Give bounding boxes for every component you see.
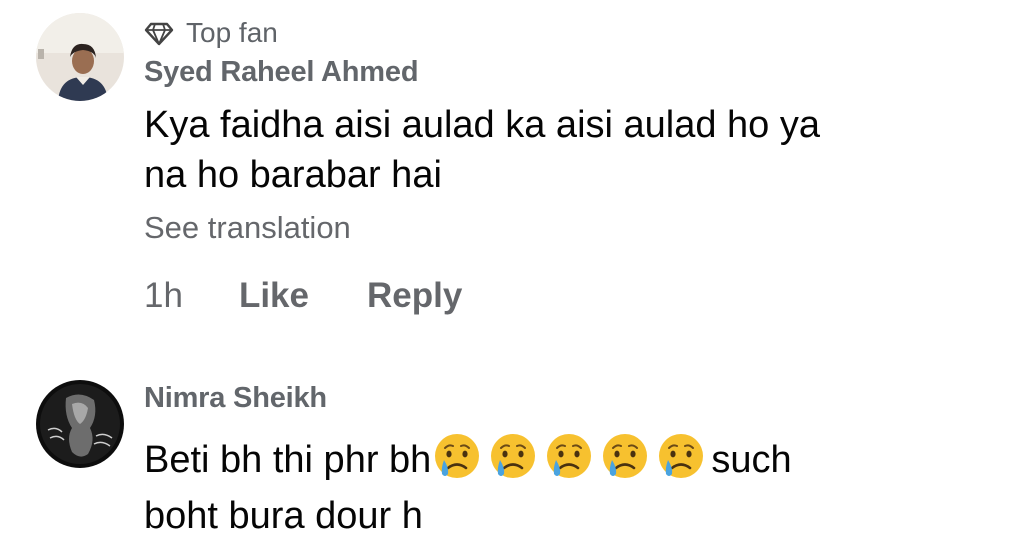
comment-text-part: such [711, 439, 792, 481]
comment-timestamp: 1h [144, 276, 183, 315]
top-fan-badge: Top fan [144, 16, 1004, 50]
avatar[interactable] [36, 13, 124, 101]
comment-author[interactable]: Syed Raheel Ahmed [144, 54, 1004, 90]
comment-text: Kya faidha aisi aulad ka aisi aulad ho y… [144, 100, 1004, 200]
comment-actions: 1h Like Reply [144, 274, 1004, 318]
comment-text-line: Beti bh thi phr bh such [144, 430, 1004, 485]
comment-text: Beti bh thi phr bh such boht bura dour h [144, 430, 1004, 541]
diamond-icon [144, 18, 174, 48]
badge-label: Top fan [186, 17, 278, 48]
user-photo [36, 13, 124, 101]
user-photo [36, 380, 124, 468]
avatar[interactable] [36, 380, 124, 468]
comment-text-line: boht bura dour h [144, 495, 423, 537]
comment-text-part: Beti bh thi phr bh [144, 439, 432, 481]
sad-face-emoji-icon [543, 430, 595, 482]
sad-face-emoji-icon [487, 430, 539, 482]
comment-text-line: Kya faidha aisi aulad ka aisi aulad ho y… [144, 104, 821, 146]
sad-face-emoji-icon [431, 430, 483, 482]
sad-face-emoji-icon [599, 430, 651, 482]
emoji-row [431, 434, 711, 481]
comment-text-line: na ho barabar hai [144, 154, 442, 196]
see-translation-link[interactable]: See translation [144, 208, 1004, 248]
reply-button[interactable]: Reply [367, 274, 462, 318]
sad-face-emoji-icon [655, 430, 707, 482]
like-button[interactable]: Like [239, 274, 309, 318]
comment-author[interactable]: Nimra Sheikh [144, 380, 1004, 416]
